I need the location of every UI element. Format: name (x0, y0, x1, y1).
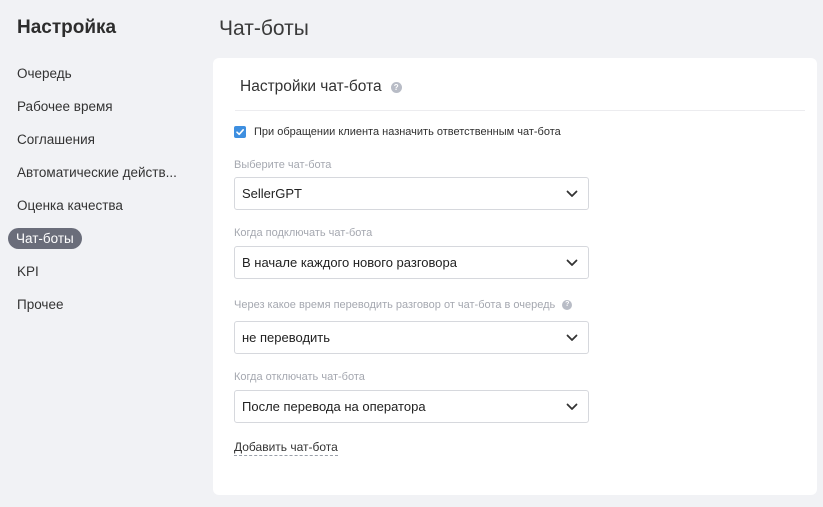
help-icon[interactable]: ? (390, 81, 402, 93)
disconnect-chatbot-dropdown[interactable]: После перевода на оператора (234, 390, 589, 423)
disconnect-chatbot-value: После перевода на оператора (242, 399, 426, 414)
chatbot-settings-card: Настройки чат-бота ? При обращении клиен… (213, 58, 817, 495)
sidebar-nav: Очередь Рабочее время Соглашения Автомат… (0, 63, 200, 327)
checkmark-icon (236, 129, 244, 136)
sidebar-item-agreements[interactable]: Соглашения (17, 129, 177, 151)
chevron-down-icon (566, 190, 578, 197)
select-chatbot-dropdown[interactable]: SellerGPT (234, 177, 589, 210)
select-chatbot-value: SellerGPT (242, 186, 302, 201)
sidebar-title: Настройка (17, 17, 117, 38)
disconnect-chatbot-label-text: Когда отключать чат-бота (234, 371, 365, 383)
transfer-delay-label: Через какое время переводить разговор от… (234, 299, 573, 311)
connect-chatbot-dropdown[interactable]: В начале каждого нового разговора (234, 246, 589, 279)
assign-chatbot-label: При обращении клиента назначить ответств… (254, 126, 561, 138)
chevron-down-icon (566, 403, 578, 410)
sidebar-item-quality-rating[interactable]: Оценка качества (17, 195, 177, 217)
connect-chatbot-label-text: Когда подключать чат-бота (234, 227, 373, 239)
transfer-delay-value: не переводить (242, 330, 331, 345)
card-header: Настройки чат-бота ? (240, 78, 402, 96)
help-icon[interactable]: ? (562, 300, 573, 310)
sidebar: Настройка Очередь Рабочее время Соглашен… (0, 0, 200, 507)
sidebar-item-working-hours[interactable]: Рабочее время (17, 96, 177, 118)
connect-chatbot-label: Когда подключать чат-бота (234, 227, 372, 239)
select-chatbot-label: Выберите чат-бота (234, 159, 331, 171)
sidebar-item-kpi[interactable]: KPI (17, 261, 177, 283)
page-title: Чат-боты (219, 17, 309, 40)
add-chatbot-link[interactable]: Добавить чат-бота (234, 440, 338, 456)
assign-chatbot-checkbox-row[interactable]: При обращении клиента назначить ответств… (234, 126, 561, 138)
assign-chatbot-checkbox[interactable] (234, 126, 246, 138)
sidebar-item-queue[interactable]: Очередь (17, 63, 177, 85)
chevron-down-icon (566, 334, 578, 341)
sidebar-item-chatbots[interactable]: Чат-боты (8, 228, 82, 249)
divider (235, 110, 805, 111)
sidebar-item-other[interactable]: Прочее (17, 294, 177, 316)
select-chatbot-label-text: Выберите чат-бота (234, 159, 332, 171)
card-title: Настройки чат-бота (240, 78, 382, 95)
transfer-delay-dropdown[interactable]: не переводить (234, 321, 589, 354)
disconnect-chatbot-label: Когда отключать чат-бота (234, 371, 365, 383)
connect-chatbot-value: В начале каждого нового разговора (242, 255, 457, 270)
page: Настройка Очередь Рабочее время Соглашен… (0, 0, 823, 507)
sidebar-item-auto-actions[interactable]: Автоматические действ... (17, 162, 177, 184)
chevron-down-icon (566, 259, 578, 266)
transfer-delay-label-text: Через какое время переводить разговор от… (234, 299, 556, 311)
